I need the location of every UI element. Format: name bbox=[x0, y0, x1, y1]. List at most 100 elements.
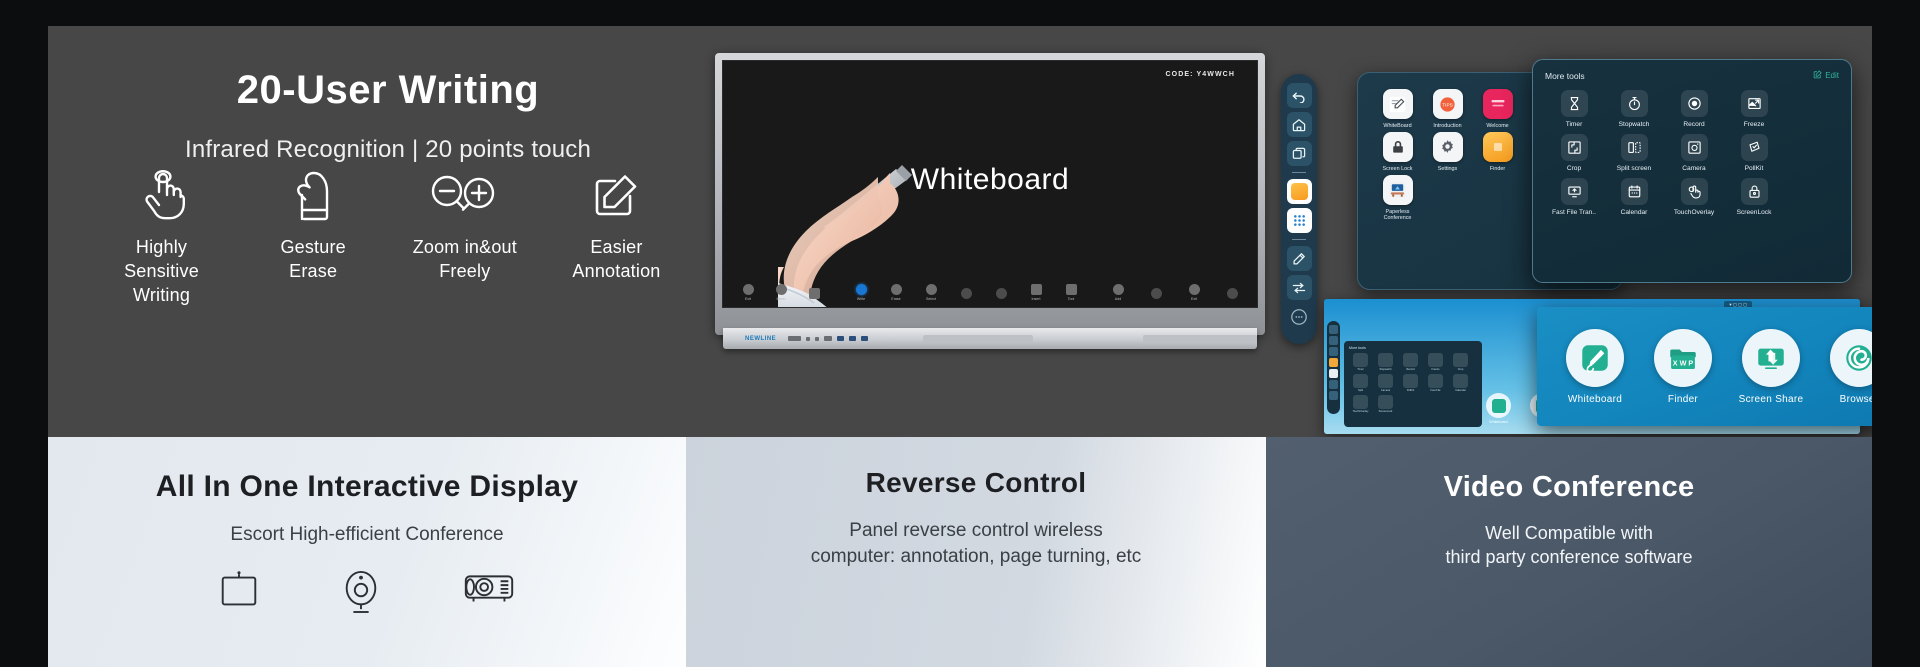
floating-side-toolbar[interactable] bbox=[1281, 74, 1317, 344]
mini-tool-item[interactable]: Camera bbox=[1374, 374, 1397, 392]
dock-label: Finder bbox=[1667, 393, 1699, 405]
dock-item-screen-share[interactable]: Screen Share bbox=[1730, 328, 1812, 405]
whiteboard-toolbar-center[interactable]: Write Erase Select Insert Tool bbox=[850, 283, 1082, 301]
stopwatch-icon bbox=[1620, 90, 1648, 117]
tool-item-fast-file-transfer[interactable]: Fast File Tran.. bbox=[1545, 178, 1603, 216]
mini-tool-icon bbox=[1403, 353, 1418, 367]
mini-tool-item[interactable]: Freeze bbox=[1424, 353, 1447, 371]
whiteboard-toolbar-right[interactable]: Add Exit bbox=[1107, 283, 1243, 301]
dock-item-whiteboard[interactable]: Whiteboard bbox=[1554, 328, 1636, 405]
finder-icon[interactable] bbox=[1286, 179, 1312, 204]
toolbar-button[interactable]: Menu bbox=[770, 283, 792, 301]
mini-more-icon[interactable] bbox=[1329, 391, 1338, 400]
toolbar-button[interactable] bbox=[803, 287, 825, 301]
tool-item-record[interactable]: Record bbox=[1665, 90, 1723, 128]
hero-subtitle: Infrared Recognition | 20 points touch bbox=[184, 136, 592, 163]
toolbar-undo-button[interactable] bbox=[955, 287, 977, 301]
app-item-introduction[interactable]: TIPS Introduction bbox=[1424, 89, 1471, 130]
banner-stage: 20-User Writing Infrared Recognition | 2… bbox=[0, 0, 1920, 667]
page-dot-icon bbox=[1150, 287, 1162, 299]
volume-slider[interactable] bbox=[1289, 170, 1309, 175]
svg-text:TIPS: TIPS bbox=[1442, 102, 1453, 108]
tool-item-split-screen[interactable]: Split screen bbox=[1605, 134, 1663, 172]
whiteboard-toolbar-left[interactable]: Exit Menu bbox=[737, 283, 825, 301]
more-icon[interactable] bbox=[1287, 304, 1312, 329]
edit-label: Edit bbox=[1825, 71, 1839, 80]
tool-item-timer[interactable]: Timer bbox=[1545, 90, 1603, 128]
app-item-welcome[interactable]: Welcome bbox=[1474, 89, 1521, 130]
webcam-icon bbox=[340, 568, 382, 619]
app-item-whiteboard[interactable]: WhiteBoard bbox=[1374, 89, 1421, 130]
app-item-settings[interactable]: Settings bbox=[1424, 131, 1471, 173]
more-dot-icon bbox=[1226, 287, 1238, 299]
mini-tool-item[interactable]: TouchOverlay bbox=[1349, 395, 1372, 413]
toolbar-insert-button[interactable]: Insert bbox=[1025, 283, 1047, 301]
tool-item-pollkit[interactable]: PollKit bbox=[1725, 134, 1783, 172]
app-item-finder[interactable]: Finder bbox=[1474, 131, 1521, 173]
toolbar-tool-button[interactable]: Tool bbox=[1060, 283, 1082, 301]
pollkit-icon bbox=[1740, 134, 1768, 161]
back-icon[interactable] bbox=[1286, 83, 1312, 108]
mini-tool-item[interactable]: Fast File bbox=[1424, 374, 1447, 392]
mini-back-icon[interactable] bbox=[1329, 325, 1338, 334]
tool-item-freeze[interactable]: Freeze bbox=[1725, 90, 1783, 128]
welcome-app-icon bbox=[1482, 89, 1513, 119]
mini-tool-item[interactable]: Split bbox=[1349, 374, 1372, 392]
hero-section: 20-User Writing Infrared Recognition | 2… bbox=[48, 26, 1872, 437]
brightness-slider[interactable] bbox=[1289, 237, 1309, 242]
toolbar-button[interactable]: Exit bbox=[737, 283, 759, 301]
home-mini-side-toolbar[interactable] bbox=[1327, 321, 1340, 414]
mini-tool-item[interactable]: ScreenLock bbox=[1374, 395, 1397, 413]
toolbar-button[interactable]: Add bbox=[1107, 283, 1129, 301]
pencil-square-icon bbox=[592, 166, 640, 224]
tool-item-camera[interactable]: Camera bbox=[1665, 134, 1723, 172]
add-page-icon bbox=[1112, 283, 1124, 295]
enlarged-dock-overlay[interactable]: Whiteboard X W P Finder Screen Share Bro… bbox=[1537, 307, 1872, 426]
tool-item-screen-lock[interactable]: ScreenLock bbox=[1725, 178, 1783, 216]
dock-item-finder[interactable]: X W P Finder bbox=[1642, 328, 1724, 405]
mini-tool-item[interactable]: PollKit bbox=[1399, 374, 1422, 392]
toolbar-button[interactable] bbox=[1145, 287, 1167, 301]
toolbar-select-button[interactable]: Select bbox=[920, 283, 942, 301]
pen-icon bbox=[855, 283, 867, 295]
transfer-icon[interactable] bbox=[1286, 275, 1312, 300]
tool-item-crop[interactable]: Crop bbox=[1545, 134, 1603, 172]
apps-grid-icon[interactable] bbox=[1286, 208, 1312, 233]
mini-multitask-icon[interactable] bbox=[1329, 347, 1338, 356]
more-tools-grid[interactable]: Timer Stopwatch Record Freeze Crop Split… bbox=[1545, 90, 1841, 216]
feature-label: Zoom in&out Freely bbox=[412, 237, 517, 281]
tool-item-calendar[interactable]: Calendar bbox=[1605, 178, 1663, 216]
mini-home-icon[interactable] bbox=[1329, 336, 1338, 345]
toolbar-redo-button[interactable] bbox=[990, 287, 1012, 301]
multitask-icon[interactable] bbox=[1286, 141, 1312, 166]
mini-tool-icon bbox=[1453, 374, 1468, 388]
edit-button[interactable]: Edit bbox=[1813, 70, 1839, 81]
toolbar-eraser-button[interactable]: Erase bbox=[885, 283, 907, 301]
mini-finder-icon[interactable] bbox=[1329, 358, 1338, 367]
whiteboard-toolbar[interactable]: Exit Menu Write Erase Select Insert Tool… bbox=[723, 277, 1257, 307]
mini-tools-grid[interactable]: Timer Stopwatch Record Freeze Crop Split… bbox=[1349, 353, 1477, 413]
screen-share-icon bbox=[1742, 328, 1800, 387]
toolbar-button[interactable] bbox=[1221, 287, 1243, 301]
mini-tool-item[interactable]: Calendar bbox=[1449, 374, 1472, 392]
toolbar-pen-button[interactable]: Write bbox=[850, 283, 872, 301]
mini-tool-item[interactable]: Stopwatch bbox=[1374, 353, 1397, 371]
more-tools-card[interactable]: More tools Edit Timer Stopwatch Record F… bbox=[1532, 59, 1852, 283]
tool-item-touch-overlay[interactable]: TouchOverlay bbox=[1665, 178, 1723, 216]
mini-apps-icon[interactable] bbox=[1329, 369, 1338, 378]
mini-tool-item[interactable]: Record bbox=[1399, 353, 1422, 371]
home-icon[interactable] bbox=[1286, 112, 1312, 137]
annotation-pen-icon[interactable] bbox=[1286, 246, 1312, 271]
dock-item-browser[interactable]: Browser bbox=[1818, 328, 1872, 405]
mini-tool-item[interactable]: Timer bbox=[1349, 353, 1372, 371]
home-dock-item-whiteboard[interactable]: Whiteboard bbox=[1482, 393, 1515, 424]
app-item-screen-lock[interactable]: Screen Lock bbox=[1374, 131, 1421, 173]
toolbar-button[interactable]: Exit bbox=[1183, 283, 1205, 301]
mini-pen-icon[interactable] bbox=[1329, 380, 1338, 389]
app-item-paperless-conference[interactable]: Paperless Conference bbox=[1374, 174, 1421, 223]
zoom-in-out-icon bbox=[429, 166, 501, 224]
tool-item-stopwatch[interactable]: Stopwatch bbox=[1605, 90, 1663, 128]
mini-tool-item[interactable]: Crop bbox=[1449, 353, 1472, 371]
home-mini-more-tools-panel[interactable]: More tools Timer Stopwatch Record Freeze… bbox=[1344, 341, 1482, 427]
screen-lock-icon bbox=[1740, 178, 1768, 205]
